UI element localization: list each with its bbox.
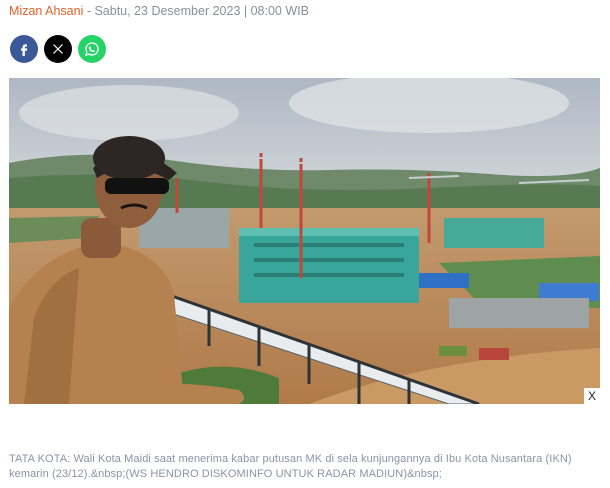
construction-site-image [9, 78, 600, 404]
photo-caption: TATA KOTA: Wali Kota Maidi saat menerima… [9, 453, 572, 480]
share-buttons [10, 35, 106, 63]
publish-datetime: Sabtu, 23 Desember 2023 | 08:00 WIB [94, 4, 309, 18]
article-byline: Mizan Ahsani - Sabtu, 23 Desember 2023 |… [9, 3, 309, 19]
share-x-button[interactable] [44, 35, 72, 63]
x-icon [53, 44, 63, 54]
close-icon[interactable]: X [584, 388, 600, 404]
share-facebook-button[interactable] [10, 35, 38, 63]
whatsapp-icon [85, 42, 99, 56]
article-photo: X [9, 78, 600, 404]
share-whatsapp-button[interactable] [78, 35, 106, 63]
byline-separator: - [83, 4, 95, 18]
facebook-icon [21, 44, 28, 56]
author-name[interactable]: Mizan Ahsani [9, 4, 83, 18]
